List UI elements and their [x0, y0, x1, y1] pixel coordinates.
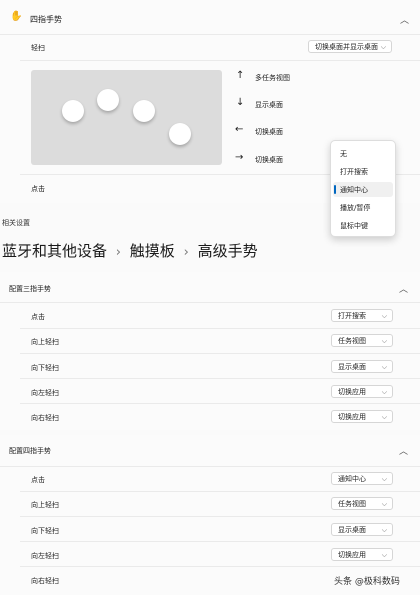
- chevron-down-icon: ⌵: [380, 43, 386, 51]
- four-finger-title: 四指手势: [30, 15, 62, 24]
- divider: [20, 328, 420, 329]
- dropdown-value: 任务视图: [338, 337, 366, 345]
- chevron-down-icon: ⌵: [381, 312, 387, 320]
- divider: [20, 353, 420, 354]
- breadcrumb: 蓝牙和其他设备 › 触摸板 › 高级手势: [2, 240, 258, 261]
- chevron-up-icon[interactable]: ︿: [399, 282, 408, 295]
- breadcrumb-separator: ›: [115, 245, 121, 260]
- menu-item-middle-click[interactable]: 鼠标中键: [340, 221, 368, 231]
- finger-dot: [133, 100, 155, 122]
- breadcrumb-separator: ›: [183, 245, 189, 260]
- dropdown-value: 切换应用: [338, 388, 366, 396]
- swipe-down-dropdown[interactable]: 显示桌面 ⌵: [331, 523, 393, 536]
- arrow-down-icon: ↓: [236, 97, 245, 108]
- finger-dot: [97, 89, 119, 111]
- three-finger-title: 配置三指手势: [9, 285, 51, 293]
- chevron-down-icon: ⌵: [381, 500, 387, 508]
- tap-dropdown[interactable]: 打开搜索 ⌵: [331, 309, 393, 322]
- menu-item-none[interactable]: 无: [340, 149, 347, 159]
- breadcrumb-advanced-gestures: 高级手势: [197, 242, 258, 260]
- hand-icon: ✋: [10, 11, 23, 22]
- swipe-down-action: 显示桌面: [255, 101, 283, 109]
- row-label: 点击: [31, 476, 45, 484]
- tap-dropdown[interactable]: 通知中心 ⌵: [331, 472, 393, 485]
- chevron-up-icon[interactable]: ︿: [399, 444, 408, 457]
- dropdown-value: 通知中心: [338, 475, 366, 483]
- finger-dot: [169, 123, 191, 145]
- four-finger-section: 配置四指手势 ︿ 点击 通知中心 ⌵ 向上轻扫 任务视图 ⌵ 向下轻扫 显示桌面 ⌵ …: [0, 435, 420, 595]
- divider: [20, 491, 420, 492]
- chevron-down-icon: ⌵: [381, 413, 387, 421]
- chevron-down-icon: ⌵: [381, 551, 387, 559]
- swipe-dropdown-value: 切换桌面并显示桌面: [315, 43, 378, 51]
- swipe-left-action: 切换桌面: [255, 128, 283, 136]
- three-finger-section: 配置三指手势 ︿ 点击 打开搜索 ⌵ 向上轻扫 任务视图 ⌵ 向下轻扫 显示桌面 ⌵ …: [0, 272, 420, 430]
- divider: [0, 466, 420, 467]
- chevron-down-icon: ⌵: [381, 388, 387, 396]
- row-label: 向右轻扫: [31, 577, 59, 585]
- finger-dot: [62, 100, 84, 122]
- row-label: 向右轻扫: [31, 414, 59, 422]
- menu-item-play-pause[interactable]: 播放/暂停: [340, 203, 370, 213]
- menu-item-open-search[interactable]: 打开搜索: [340, 167, 368, 177]
- chevron-down-icon: ⌵: [381, 526, 387, 534]
- swipe-left-dropdown[interactable]: 切换应用 ⌵: [331, 385, 393, 398]
- dropdown-value: 切换应用: [338, 413, 366, 421]
- divider: [20, 516, 420, 517]
- row-label: 向上轻扫: [31, 501, 59, 509]
- divider: [20, 378, 420, 379]
- dropdown-value: 打开搜索: [338, 312, 366, 320]
- divider: [20, 60, 420, 61]
- breadcrumb-touchpad[interactable]: 触摸板: [130, 242, 175, 260]
- divider: [20, 403, 420, 404]
- chevron-down-icon: ⌵: [381, 475, 387, 483]
- arrow-right-icon: →: [235, 152, 244, 163]
- swipe-right-dropdown[interactable]: 切换应用 ⌵: [331, 410, 393, 423]
- divider: [20, 566, 420, 567]
- divider: [0, 302, 420, 303]
- click-action-menu: 无 打开搜索 通知中心 播放/暂停 鼠标中键: [330, 140, 396, 237]
- row-label: 向上轻扫: [31, 338, 59, 346]
- related-settings-heading: 相关设置: [2, 219, 30, 227]
- chevron-down-icon: ⌵: [381, 363, 387, 371]
- chevron-up-icon[interactable]: ︿: [400, 13, 409, 26]
- row-label: 向下轻扫: [31, 364, 59, 372]
- arrow-left-icon: ←: [235, 124, 244, 135]
- watermark: 头条 @极科数码: [334, 577, 400, 587]
- dropdown-value: 显示桌面: [338, 526, 366, 534]
- swipe-up-dropdown[interactable]: 任务视图 ⌵: [331, 497, 393, 510]
- breadcrumb-bluetooth[interactable]: 蓝牙和其他设备: [2, 242, 107, 260]
- swipe-dropdown[interactable]: 切换桌面并显示桌面 ⌵: [308, 40, 392, 53]
- arrow-up-icon: ↑: [236, 70, 245, 81]
- divider: [20, 541, 420, 542]
- swipe-down-dropdown[interactable]: 显示桌面 ⌵: [331, 360, 393, 373]
- dropdown-value: 任务视图: [338, 500, 366, 508]
- four-finger-section-title: 配置四指手势: [9, 447, 51, 455]
- row-label: 向下轻扫: [31, 527, 59, 535]
- touchpad-illustration: [31, 70, 222, 165]
- row-label: 点击: [31, 313, 45, 321]
- row-label: 向左轻扫: [31, 389, 59, 397]
- swipe-label: 轻扫: [31, 44, 45, 52]
- click-label: 点击: [31, 185, 45, 193]
- swipe-up-dropdown[interactable]: 任务视图 ⌵: [331, 334, 393, 347]
- menu-item-notification-center[interactable]: 通知中心: [340, 185, 368, 195]
- selected-indicator: [334, 185, 336, 194]
- divider: [0, 34, 420, 35]
- swipe-left-dropdown[interactable]: 切换应用 ⌵: [331, 548, 393, 561]
- swipe-right-action: 切换桌面: [255, 156, 283, 164]
- chevron-down-icon: ⌵: [381, 337, 387, 345]
- dropdown-value: 切换应用: [338, 551, 366, 559]
- row-label: 向左轻扫: [31, 552, 59, 560]
- dropdown-value: 显示桌面: [338, 363, 366, 371]
- swipe-up-action: 多任务视图: [255, 74, 290, 82]
